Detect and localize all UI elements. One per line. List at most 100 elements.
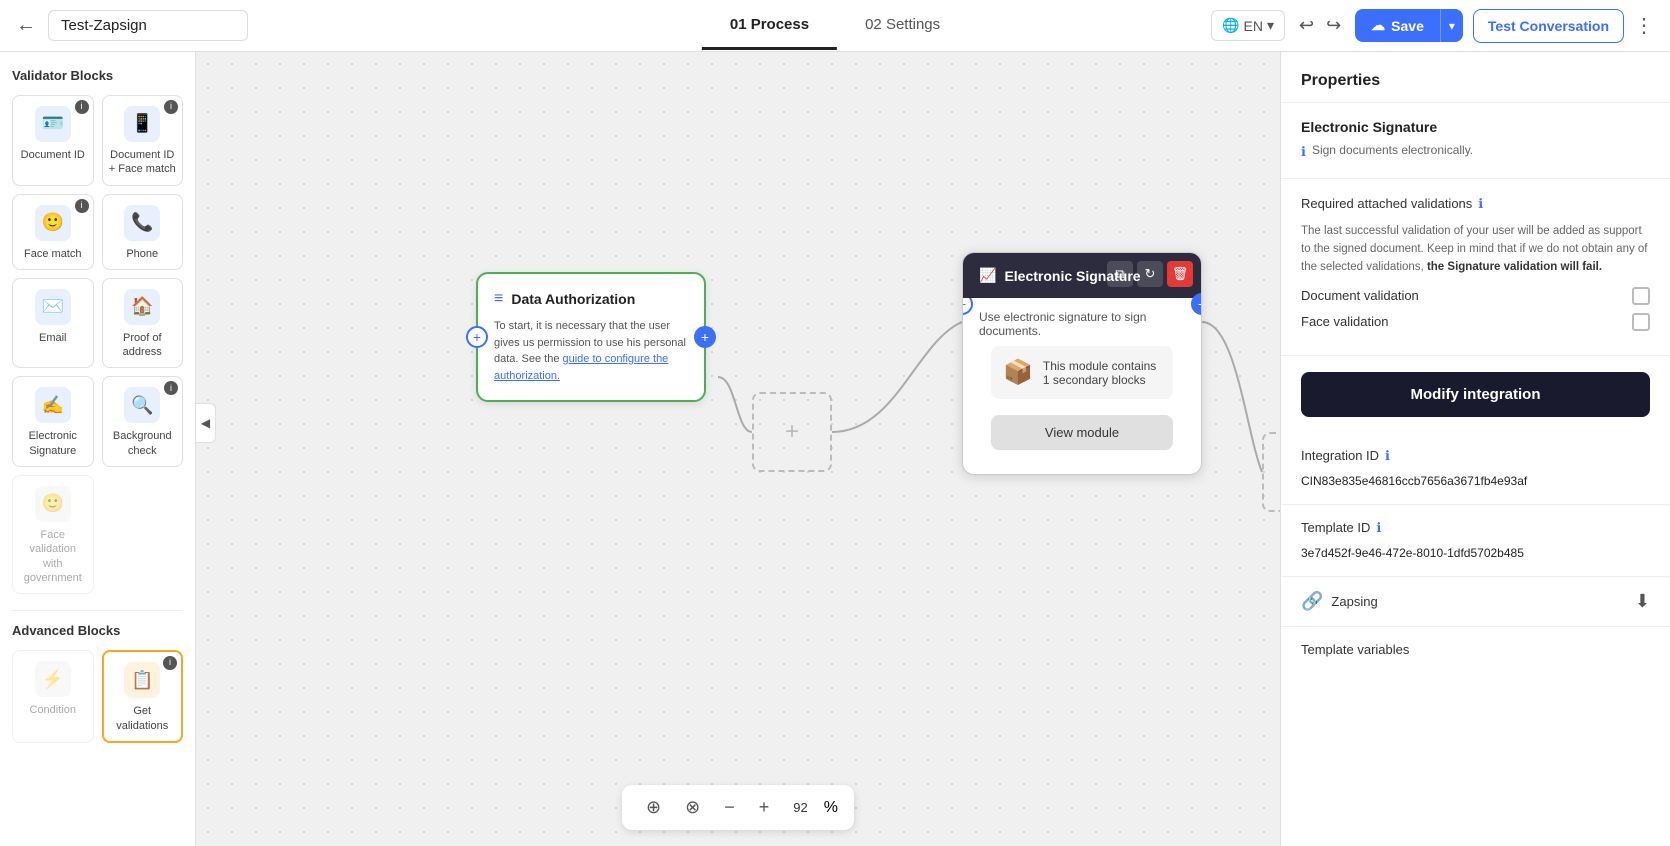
props-note: The last successful validation of your u… xyxy=(1301,222,1650,277)
data-auth-header: ≡ Data Authorization xyxy=(494,290,688,308)
block-face-match[interactable]: i 🙂 Face match xyxy=(12,194,94,270)
block-proof-address[interactable]: 🏠 Proof of address xyxy=(102,278,184,369)
share-button[interactable]: ⊗ xyxy=(677,793,708,822)
zapsing-row: 🔗 Zapsing ⬇ xyxy=(1281,577,1670,627)
secondary-text: This module contains 1 secondary blocks xyxy=(1043,359,1161,387)
block-background-check[interactable]: i 🔍 Background check xyxy=(102,376,184,467)
back-button[interactable]: ← xyxy=(16,14,36,37)
sidebar: Validator Blocks i 🪪 Document ID i 📱 Doc… xyxy=(0,52,196,846)
doc-face-icon: 📱 xyxy=(124,106,160,142)
esign-desc: Use electronic signature to sign documen… xyxy=(979,310,1185,338)
data-auth-node: + ≡ Data Authorization To start, it is n… xyxy=(476,272,706,402)
email-icon: ✉️ xyxy=(35,289,71,325)
block-label: Email xyxy=(39,331,67,345)
condition-icon: ⚡ xyxy=(35,661,71,697)
block-email[interactable]: ✉️ Email xyxy=(12,278,94,369)
more-options-button[interactable]: ⋮ xyxy=(1634,13,1654,38)
face-validation-label: Face validation xyxy=(1301,314,1388,329)
canvas-toolbar: ⊕ ⊗ − + 92% xyxy=(622,785,854,830)
data-auth-connector-right[interactable]: + xyxy=(694,326,716,348)
esign-refresh-button[interactable]: ↻ xyxy=(1137,261,1163,287)
doc-validation-checkbox[interactable] xyxy=(1632,287,1650,305)
tab-settings[interactable]: 02 Settings xyxy=(837,2,968,50)
save-button[interactable]: ☁ Save xyxy=(1355,9,1440,42)
workflow-title-input[interactable] xyxy=(48,10,248,41)
focus-button[interactable]: ⊕ xyxy=(638,793,669,822)
template-vars-title: Template variables xyxy=(1301,642,1409,657)
esign-delete-button[interactable]: 🗑 xyxy=(1167,261,1193,287)
block-document-id-face[interactable]: i 📱 Document ID + Face match xyxy=(102,95,184,186)
props-title: Properties xyxy=(1301,72,1380,89)
esign-actions: ⧉ ↻ 🗑 xyxy=(1107,261,1193,287)
save-dropdown-button[interactable]: ▾ xyxy=(1440,9,1463,42)
props-esign-section: Electronic Signature ℹ Sign documents el… xyxy=(1281,103,1670,179)
face-validation-checkbox[interactable] xyxy=(1632,313,1650,331)
integration-id-label-row: Integration ID ℹ xyxy=(1301,447,1650,464)
secondary-block-icon: 📦 xyxy=(1003,358,1033,387)
block-condition: ⚡ Condition xyxy=(12,650,94,743)
save-label: Save xyxy=(1391,18,1424,34)
block-label: Proof of address xyxy=(109,331,177,360)
doc-validation-label: Document validation xyxy=(1301,288,1419,303)
block-label: Face match xyxy=(24,247,81,261)
zoom-percent: % xyxy=(824,799,838,817)
advanced-blocks-title: Advanced Blocks xyxy=(12,623,183,638)
block-badge: i xyxy=(163,656,177,670)
template-id-value: 3e7d452f-9e46-472e-8010-1dfd5702b485 xyxy=(1301,544,1650,562)
modify-integration-button[interactable]: Modify integration xyxy=(1301,372,1650,417)
validations-label: Required attached validations xyxy=(1301,196,1472,211)
block-label: Get validations xyxy=(110,704,176,733)
esign-body: Use electronic signature to sign documen… xyxy=(963,298,1201,474)
zapsing-left: 🔗 Zapsing xyxy=(1301,591,1378,612)
get-validations-icon: 📋 xyxy=(124,662,160,698)
props-esign-title: Electronic Signature xyxy=(1301,119,1650,135)
block-get-validations[interactable]: i 📋 Get validations xyxy=(102,650,184,743)
block-document-id[interactable]: i 🪪 Document ID xyxy=(12,95,94,186)
validator-blocks-grid: i 🪪 Document ID i 📱 Document ID + Face m… xyxy=(12,95,183,594)
language-button[interactable]: 🌐 EN ▾ xyxy=(1211,10,1285,41)
zoom-out-button[interactable]: − xyxy=(716,793,743,822)
block-face-gov: 🙂 Face validation with government xyxy=(12,475,94,594)
template-id-info-icon[interactable]: ℹ xyxy=(1376,520,1381,536)
esign-copy-button[interactable]: ⧉ xyxy=(1107,261,1133,287)
esign-node: + 📈 Electronic Signature ⧉ ↻ 🗑 Use elect… xyxy=(962,252,1202,475)
data-auth-connector-left[interactable]: + xyxy=(466,326,488,348)
esign-header-icon: 📈 xyxy=(979,267,996,284)
block-phone[interactable]: 📞 Phone xyxy=(102,194,184,270)
undo-button[interactable]: ↩ xyxy=(1295,11,1318,40)
block-badge: i xyxy=(164,381,178,395)
data-auth-icon: ≡ xyxy=(494,290,503,308)
face-validation-row: Face validation xyxy=(1301,313,1650,331)
cloud-icon: ☁ xyxy=(1371,17,1385,34)
integration-id-info-icon[interactable]: ℹ xyxy=(1385,448,1390,464)
block-label: Electronic Signature xyxy=(19,429,87,458)
add-node-1[interactable]: + xyxy=(752,392,832,472)
block-badge: i xyxy=(164,100,178,114)
zoom-in-button[interactable]: + xyxy=(751,793,778,822)
tab-process[interactable]: 01 Process xyxy=(702,2,837,50)
data-auth-desc: To start, it is necessary that the user … xyxy=(494,318,688,384)
esign-secondary: 📦 This module contains 1 secondary block… xyxy=(991,346,1173,399)
validations-info-icon[interactable]: ℹ xyxy=(1478,196,1483,212)
template-id-label-row: Template ID ℹ xyxy=(1301,519,1650,536)
integration-id-section: Integration ID ℹ CIN83e835e46816ccb7656a… xyxy=(1281,433,1670,505)
test-conversation-button[interactable]: Test Conversation xyxy=(1473,9,1624,43)
sidebar-collapse-button[interactable]: ◀ xyxy=(196,403,216,443)
chevron-down-icon: ▾ xyxy=(1267,17,1274,34)
block-label: Condition xyxy=(30,703,76,717)
block-label: Document ID xyxy=(21,148,85,162)
advanced-blocks-grid: ⚡ Condition i 📋 Get validations xyxy=(12,650,183,743)
add-node-2[interactable]: + xyxy=(1262,432,1280,512)
props-validations-section: Required attached validations ℹ The last… xyxy=(1281,179,1670,356)
nav-tabs: 01 Process 02 Settings xyxy=(702,2,968,50)
props-header: Properties xyxy=(1281,52,1670,103)
view-module-button[interactable]: View module xyxy=(991,415,1173,450)
block-esign[interactable]: ✍️ Electronic Signature xyxy=(12,376,94,467)
data-auth-title: Data Authorization xyxy=(511,291,635,307)
esign-header: 📈 Electronic Signature ⧉ ↻ 🗑 xyxy=(963,253,1201,298)
block-label: Face validation with government xyxy=(19,528,87,585)
redo-button[interactable]: ↪ xyxy=(1322,11,1345,40)
bg-check-icon: 🔍 xyxy=(124,387,160,423)
zapsing-download-button[interactable]: ⬇ xyxy=(1635,591,1650,612)
face-gov-icon: 🙂 xyxy=(35,486,71,522)
